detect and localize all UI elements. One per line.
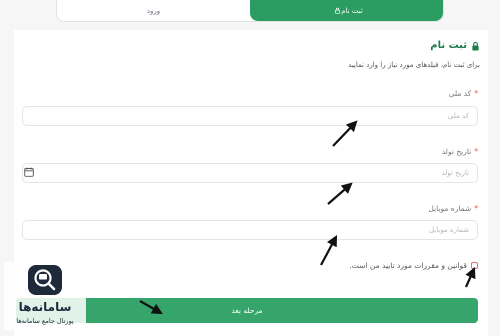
terms-row: قوانین و مقررات مورد تایید من است.	[349, 261, 478, 270]
calendar-icon[interactable]	[24, 167, 34, 177]
form-subtitle: برای ثبت نام، فیلدهای مورد نیاز را وارد …	[348, 61, 480, 69]
national-id-input[interactable]	[22, 106, 478, 126]
watermark-name: سامانه‌ها	[18, 300, 72, 314]
terms-checkbox[interactable]	[471, 262, 478, 269]
form-header: ثبت نام	[430, 40, 480, 51]
national-id-label: *کد ملی	[449, 89, 478, 98]
page-title: ثبت نام	[430, 40, 467, 51]
birth-date-input[interactable]	[22, 163, 478, 183]
required-marker: *	[474, 147, 478, 156]
portal-logo-icon	[28, 265, 62, 295]
next-step-label: مرحله بعد	[231, 306, 263, 315]
page: ورود ثبت نام ثبت نام برای ثبت نام، فیلده…	[0, 0, 500, 336]
birth-date-label-text: تاریخ تولد	[441, 147, 472, 156]
tab-register[interactable]: ثبت نام	[250, 0, 443, 21]
mobile-input[interactable]	[22, 220, 478, 240]
lock-icon	[472, 41, 479, 50]
auth-tabs: ورود ثبت نام	[56, 0, 444, 22]
birth-date-label: *تاریخ تولد	[442, 147, 478, 156]
tab-login-label: ورود	[146, 6, 161, 15]
mobile-label-text: شماره موبایل	[428, 204, 472, 213]
watermark-tagline: پورتال جامع سامانه‌ها	[16, 317, 74, 325]
tab-register-label: ثبت نام	[341, 6, 363, 15]
required-marker: *	[474, 89, 478, 98]
lock-icon	[335, 7, 341, 14]
mobile-label: *شماره موبایل	[428, 204, 478, 213]
terms-label: قوانین و مقررات مورد تایید من است.	[349, 261, 467, 270]
required-marker: *	[474, 204, 478, 213]
national-id-label-text: کد ملی	[448, 89, 472, 98]
tab-login[interactable]: ورود	[57, 0, 250, 21]
